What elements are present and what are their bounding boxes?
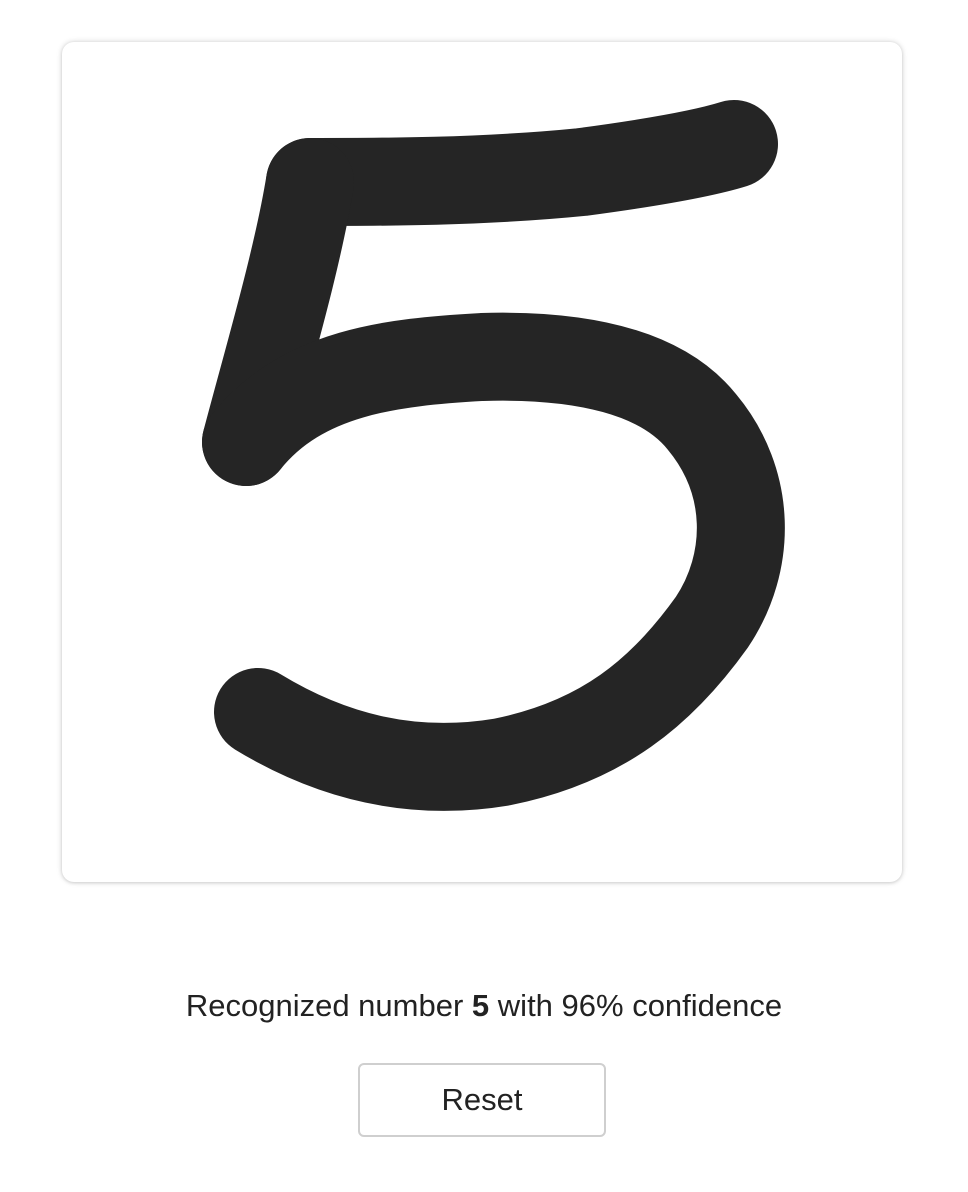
- digit-stroke-top: [266, 100, 778, 226]
- result-suffix: with 96% confidence: [497, 988, 783, 1023]
- digit-recognizer-page: Recognized number 5 with 96% confidence …: [0, 0, 968, 1192]
- digit-stroke-belly: [202, 312, 785, 811]
- drawing-canvas[interactable]: [62, 42, 902, 882]
- recognized-digit: 5: [471, 988, 490, 1023]
- handwritten-digit-drawing: [202, 100, 785, 811]
- reset-button[interactable]: Reset: [358, 1063, 606, 1137]
- recognition-result: Recognized number 5 with 96% confidence: [0, 986, 968, 1026]
- result-prefix: Recognized number: [185, 988, 464, 1023]
